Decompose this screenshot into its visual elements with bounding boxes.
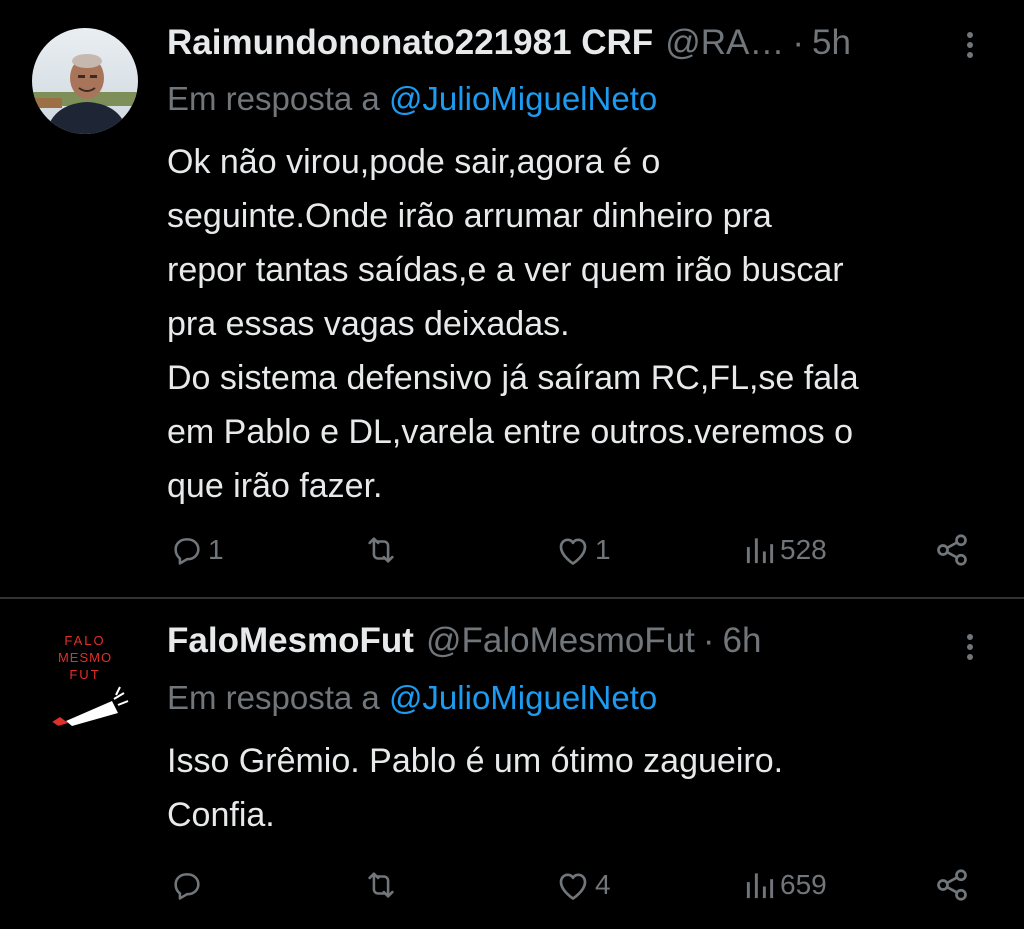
text-line: Confia.: [167, 796, 275, 834]
action-bar: 4 659: [0, 863, 1024, 907]
reply-button[interactable]: [170, 863, 208, 907]
timestamp[interactable]: 5h: [812, 23, 851, 63]
text-line: Ok não virou,pode sair,agora é o: [167, 143, 661, 181]
logo-line: MESMO: [58, 650, 112, 665]
retweet-icon: [368, 537, 394, 563]
more-vertical-icon[interactable]: [958, 25, 982, 65]
action-bar: 1 1 528: [0, 528, 1024, 572]
reply-prefix: Em resposta a: [167, 679, 380, 716]
text-line: repor tantas saídas,e a ver quem irão bu…: [167, 251, 844, 289]
mention-link[interactable]: @JulioMiguelNeto: [389, 679, 657, 716]
like-button[interactable]: 4: [555, 863, 611, 907]
share-button[interactable]: [934, 863, 970, 907]
speech-bubble-icon: [174, 538, 200, 565]
heart-icon: [559, 538, 587, 565]
display-name[interactable]: FaloMesmoFut: [167, 621, 414, 661]
user-handle[interactable]: @RA…: [665, 23, 784, 63]
views-button[interactable]: 528: [744, 528, 827, 572]
bar-chart-icon: [746, 538, 774, 564]
like-count: 4: [595, 869, 611, 900]
views-button[interactable]: 659: [744, 863, 827, 907]
more-vertical-icon[interactable]: [958, 627, 982, 667]
avatar[interactable]: [32, 28, 138, 134]
falomesmofut-logo: FALO MESMO FUT: [32, 627, 138, 733]
text-line: em Pablo e DL,varela entre outros.veremo…: [167, 413, 854, 451]
tweet[interactable]: Raimundononato221981 CRF @RA… · 5h Em re…: [0, 0, 1024, 598]
avatar-photo: [32, 28, 138, 134]
retweet-button[interactable]: [362, 528, 400, 572]
text-line: pra essas vagas deixadas.: [167, 305, 570, 343]
like-count: 1: [595, 534, 611, 565]
reply-count: 1: [208, 534, 224, 565]
share-icon: [937, 869, 967, 901]
logo-line: FUT: [69, 667, 100, 682]
tweet-header: FaloMesmoFut @FaloMesmoFut · 6h: [167, 621, 761, 661]
heart-icon: [559, 873, 587, 900]
view-count: 659: [780, 869, 827, 900]
separator-dot: ·: [702, 621, 715, 660]
mention-link[interactable]: @JulioMiguelNeto: [389, 80, 657, 117]
separator-dot: ·: [792, 23, 805, 62]
text-line: seguinte.Onde irão arrumar dinheiro pra: [167, 197, 772, 235]
share-icon: [937, 534, 967, 566]
share-button[interactable]: [934, 528, 970, 572]
timestamp[interactable]: 6h: [723, 621, 762, 661]
tweet-header: Raimundononato221981 CRF @RA… · 5h: [167, 23, 851, 63]
reply-context: Em resposta a @JulioMiguelNeto: [167, 679, 657, 717]
text-line: Do sistema defensivo já saíram RC,FL,se …: [167, 359, 859, 397]
tweet-text: Isso Grêmio. Pablo é um ótimo zagueiro. …: [167, 734, 997, 842]
retweet-button[interactable]: [362, 863, 400, 907]
bar-chart-icon: [746, 873, 774, 899]
text-line: que irão fazer.: [167, 467, 383, 505]
tweet-text: Ok não virou,pode sair,agora é o seguint…: [167, 135, 997, 513]
user-handle[interactable]: @FaloMesmoFut: [426, 621, 695, 661]
display-name[interactable]: Raimundononato221981 CRF: [167, 23, 653, 63]
text-line: Isso Grêmio. Pablo é um ótimo zagueiro.: [167, 742, 784, 780]
view-count: 528: [780, 534, 827, 565]
speech-bubble-icon: [174, 873, 200, 900]
tweet[interactable]: FALO MESMO FUT FaloMesmoFut @FaloMesmoFu…: [0, 599, 1024, 929]
logo-line: FALO: [64, 633, 105, 648]
reply-prefix: Em resposta a: [167, 80, 380, 117]
retweet-icon: [368, 872, 394, 898]
avatar[interactable]: FALO MESMO FUT: [32, 627, 138, 733]
like-button[interactable]: 1: [555, 528, 611, 572]
reply-button[interactable]: 1: [170, 528, 224, 572]
reply-context: Em resposta a @JulioMiguelNeto: [167, 80, 657, 118]
